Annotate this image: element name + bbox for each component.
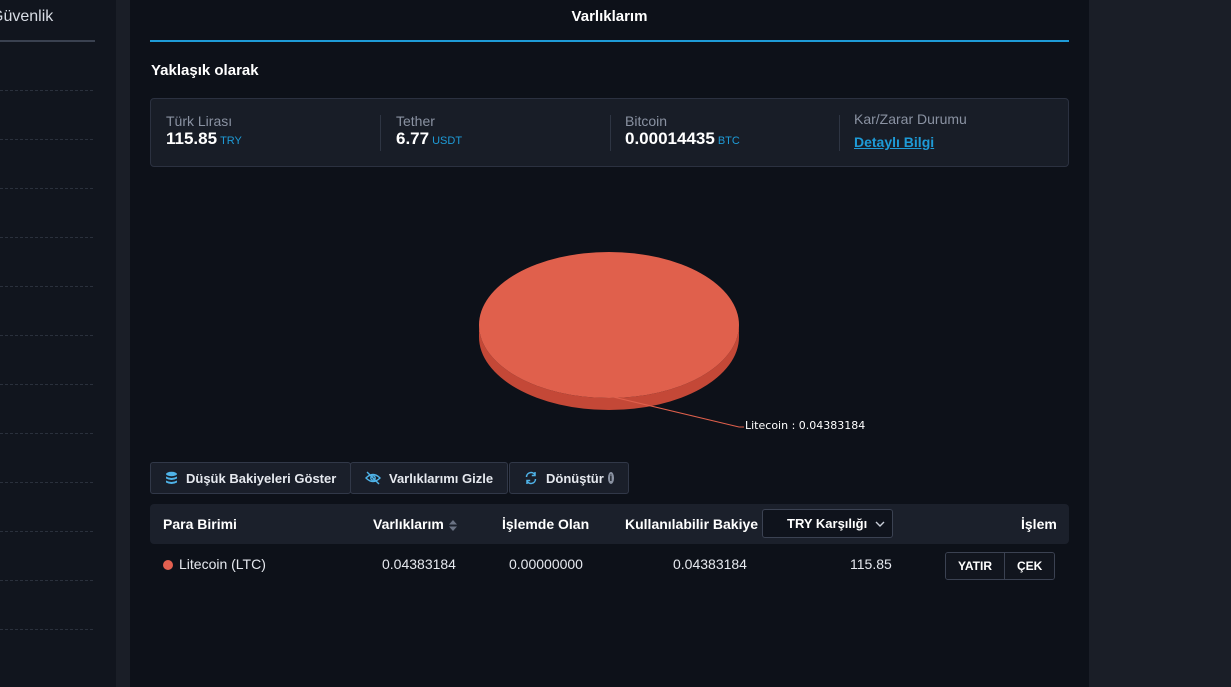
table-row: Litecoin (LTC) 0.04383184 0.00000000 0.0… xyxy=(150,545,1069,585)
col-assets[interactable]: Varlıklarım xyxy=(373,516,457,532)
convert-label: Dönüştür xyxy=(546,470,604,486)
asset-pie-chart: Litecoin : 0.04383184 xyxy=(479,252,865,432)
summary-unit: BTC xyxy=(717,135,740,147)
show-low-balances-button[interactable]: Düşük Bakiyeleri Göster xyxy=(150,462,352,494)
sidebar-separator xyxy=(0,237,93,238)
col-assets-label: Varlıklarım xyxy=(373,516,444,532)
select-value: TRY Karşılığı xyxy=(787,516,868,531)
summary-usdt: Tether 6.77 USDT xyxy=(396,113,462,149)
left-gutter xyxy=(116,0,130,687)
summary-btc: Bitcoin 0.00014435 BTC xyxy=(625,113,740,149)
row-actions: YATIR ÇEK xyxy=(945,552,1056,580)
summary-label: Tether xyxy=(396,113,435,129)
coins-icon xyxy=(166,471,177,484)
divider xyxy=(839,115,840,151)
page-title: Varlıklarım xyxy=(571,8,648,25)
sidebar-separator xyxy=(0,531,93,532)
summary-pnl: Kar/Zarar Durumu Detaylı Bilgi xyxy=(854,111,967,150)
summary-try: Türk Lirası 115.85 TRY xyxy=(166,113,242,149)
sidebar-separator xyxy=(0,90,93,91)
approx-label: Yaklaşık olarak xyxy=(151,62,259,79)
hide-assets-label: Varlıklarımı Gizle xyxy=(389,470,494,486)
sidebar-separator xyxy=(0,580,93,581)
assets-cell: 0.04383184 xyxy=(382,556,456,572)
hide-assets-button[interactable]: Varlıklarımı Gizle xyxy=(350,462,509,494)
sidebar-separator xyxy=(0,139,93,140)
chevron-down-icon xyxy=(875,521,885,527)
sidebar-separator xyxy=(0,384,93,385)
sort-icon xyxy=(448,519,457,531)
sidebar-separator xyxy=(0,188,93,189)
col-action: İşlem xyxy=(1021,516,1057,532)
in-order-cell: 0.00000000 xyxy=(509,556,583,572)
deposit-button[interactable]: YATIR xyxy=(946,553,1005,579)
sidebar-separator xyxy=(0,335,93,336)
right-gutter xyxy=(1089,0,1231,687)
balance-summary: Türk Lirası 115.85 TRY Tether 6.77 USDT Bi… xyxy=(150,98,1069,167)
col-in-order: İşlemde Olan xyxy=(502,516,590,532)
title-underline xyxy=(150,40,1069,42)
divider xyxy=(380,115,381,151)
col-currency: Para Birimi xyxy=(163,516,237,532)
main-panel: Varlıklarım Yaklaşık olarak Türk Lirası … xyxy=(130,0,1089,687)
currency-equivalent-select[interactable]: TRY Karşılığı xyxy=(762,509,893,538)
pie-slice-litecoin[interactable] xyxy=(479,252,739,398)
sidebar: Güvenlik xyxy=(0,0,116,687)
summary-label: Bitcoin xyxy=(625,113,668,129)
data-label-leader xyxy=(608,395,744,428)
withdraw-button[interactable]: ÇEK xyxy=(1004,553,1055,579)
info-icon[interactable]: i xyxy=(607,472,614,484)
summary-value: 115.85 xyxy=(166,129,218,148)
summary-unit: USDT xyxy=(432,135,463,147)
currency-color-dot xyxy=(163,560,173,570)
summary-value: 0.00014435 xyxy=(625,129,715,148)
show-low-balances-label: Düşük Bakiyeleri Göster xyxy=(186,470,337,486)
summary-value: 6.77 xyxy=(396,129,430,148)
summary-label: Türk Lirası xyxy=(166,113,233,129)
equivalent-cell: 115.85 xyxy=(850,556,892,572)
currency-cell: Litecoin (LTC) xyxy=(163,556,266,572)
col-available: Kullanılabilir Bakiye xyxy=(625,516,759,532)
divider xyxy=(610,115,611,151)
summary-unit: TRY xyxy=(220,135,242,147)
convert-button[interactable]: Dönüştür i xyxy=(509,462,629,494)
sidebar-separator xyxy=(0,482,93,483)
pnl-detail-link[interactable]: Detaylı Bilgi xyxy=(854,134,967,150)
sidebar-separator xyxy=(0,433,93,434)
pie-data-label: Litecoin : 0.04383184 xyxy=(745,419,865,432)
sidebar-separator xyxy=(0,629,93,630)
sidebar-active-underline xyxy=(0,40,95,42)
sidebar-separator xyxy=(0,286,93,287)
eye-slash-icon xyxy=(365,471,381,485)
available-cell: 0.04383184 xyxy=(673,556,747,572)
currency-name: Litecoin (LTC) xyxy=(179,556,266,572)
assets-table-header: Para Birimi Varlıklarım İşlemde Olan Kul… xyxy=(150,504,1069,544)
convert-arrows-icon xyxy=(525,471,537,485)
sidebar-item-security[interactable]: Güvenlik xyxy=(0,8,53,26)
pnl-label: Kar/Zarar Durumu xyxy=(854,111,967,127)
